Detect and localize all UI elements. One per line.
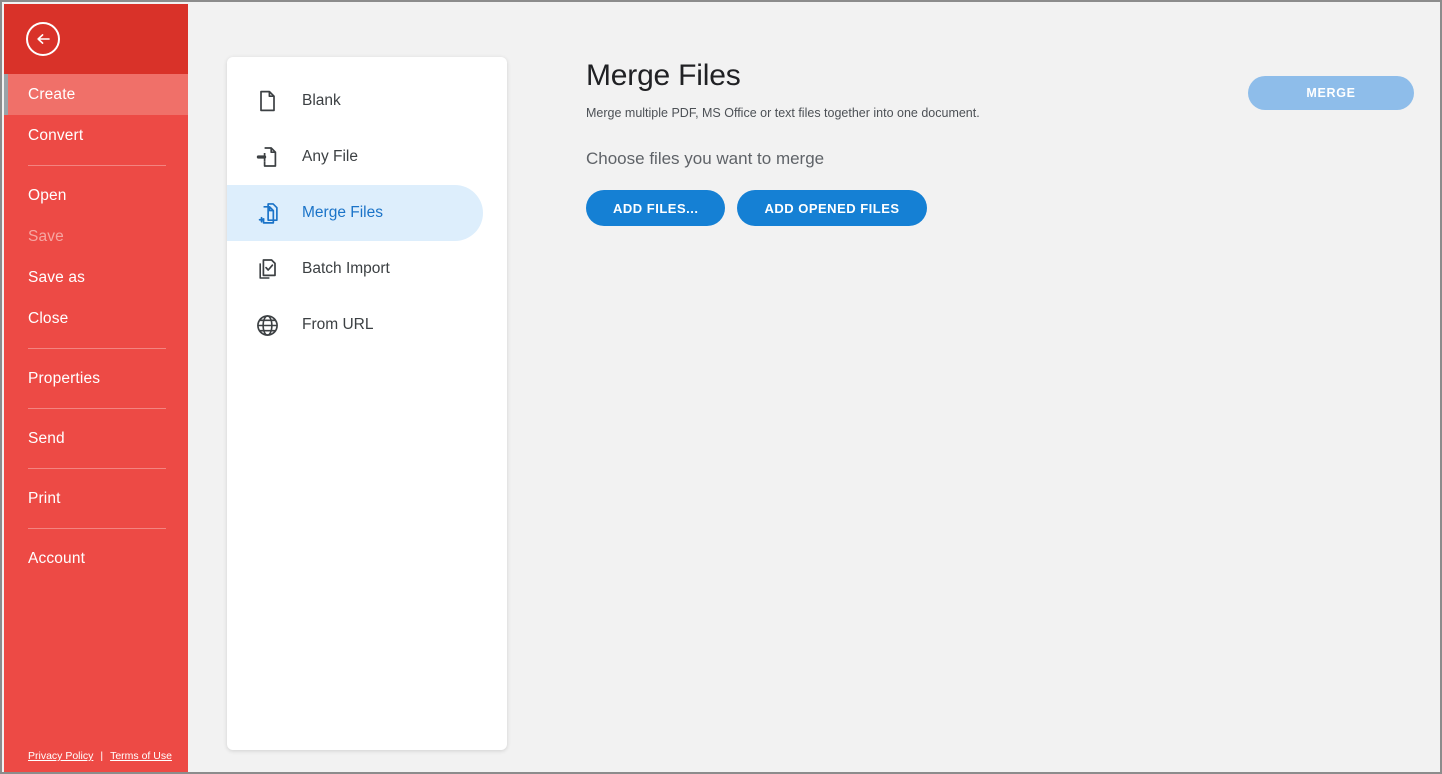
main-content: Merge Files Merge multiple PDF, MS Offic… [586, 57, 1416, 748]
sidebar-divider [28, 528, 166, 529]
list-item-from-url[interactable]: From URL [227, 297, 507, 353]
sidebar-item-label: Convert [28, 126, 84, 144]
sidebar-item-properties[interactable]: Properties [4, 358, 188, 399]
sidebar-item-open[interactable]: Open [4, 175, 188, 216]
sidebar-item-save: Save [4, 216, 188, 257]
file-action-buttons: ADD FILES... ADD OPENED FILES [586, 190, 1416, 226]
back-button[interactable] [26, 22, 60, 56]
terms-of-use-link[interactable]: Terms of Use [110, 750, 172, 762]
list-item-any-file[interactable]: Any File [227, 129, 507, 185]
sidebar-menu: Create Convert Open Save Save as Close P… [4, 74, 188, 750]
list-item-label: From URL [302, 316, 374, 333]
sidebar-item-label: Create [28, 85, 76, 103]
app-window: Create Convert Open Save Save as Close P… [0, 0, 1442, 774]
create-options-panel: Blank Any File Merge Files Batch Import … [227, 57, 507, 750]
sidebar-header [4, 4, 188, 74]
merge-button[interactable]: MERGE [1248, 76, 1414, 110]
sidebar-item-label: Send [28, 429, 65, 447]
list-item-batch-import[interactable]: Batch Import [227, 241, 507, 297]
list-item-label: Merge Files [302, 204, 383, 221]
sidebar-divider [28, 408, 166, 409]
sidebar-item-label: Open [28, 186, 67, 204]
sidebar-footer: Privacy Policy | Terms of Use [4, 750, 188, 772]
list-item-blank[interactable]: Blank [227, 73, 507, 129]
footer-divider: | [100, 750, 104, 762]
list-item-label: Batch Import [302, 260, 390, 277]
sidebar-divider [28, 348, 166, 349]
sidebar-item-send[interactable]: Send [4, 418, 188, 459]
sidebar-item-label: Account [28, 549, 86, 567]
sidebar-item-close[interactable]: Close [4, 298, 188, 339]
choose-files-prompt: Choose files you want to merge [586, 149, 825, 168]
file-import-icon [254, 144, 280, 170]
sidebar-item-label: Print [28, 489, 61, 507]
sidebar-item-account[interactable]: Account [4, 538, 188, 579]
sidebar-item-label: Properties [28, 369, 101, 387]
sidebar-item-label: Save as [28, 268, 86, 286]
list-item-label: Any File [302, 148, 358, 165]
sidebar-divider [28, 165, 166, 166]
sidebar: Create Convert Open Save Save as Close P… [4, 4, 188, 772]
sidebar-item-convert[interactable]: Convert [4, 115, 188, 156]
sidebar-divider [28, 468, 166, 469]
privacy-policy-link[interactable]: Privacy Policy [28, 750, 93, 762]
list-item-label: Blank [302, 92, 341, 109]
globe-icon [254, 312, 280, 338]
add-files-button[interactable]: ADD FILES... [586, 190, 726, 226]
document-blank-icon [254, 88, 280, 114]
sidebar-item-label: Save [28, 227, 64, 245]
sidebar-item-label: Close [28, 309, 69, 327]
documents-merge-plus-icon [254, 200, 280, 226]
documents-check-icon [254, 256, 280, 282]
sidebar-item-create[interactable]: Create [4, 74, 188, 115]
add-opened-files-button[interactable]: ADD OPENED FILES [737, 190, 927, 226]
sidebar-item-save-as[interactable]: Save as [4, 257, 188, 298]
arrow-left-icon [37, 34, 50, 44]
list-item-merge-files[interactable]: Merge Files [227, 185, 483, 241]
sidebar-item-print[interactable]: Print [4, 478, 188, 519]
